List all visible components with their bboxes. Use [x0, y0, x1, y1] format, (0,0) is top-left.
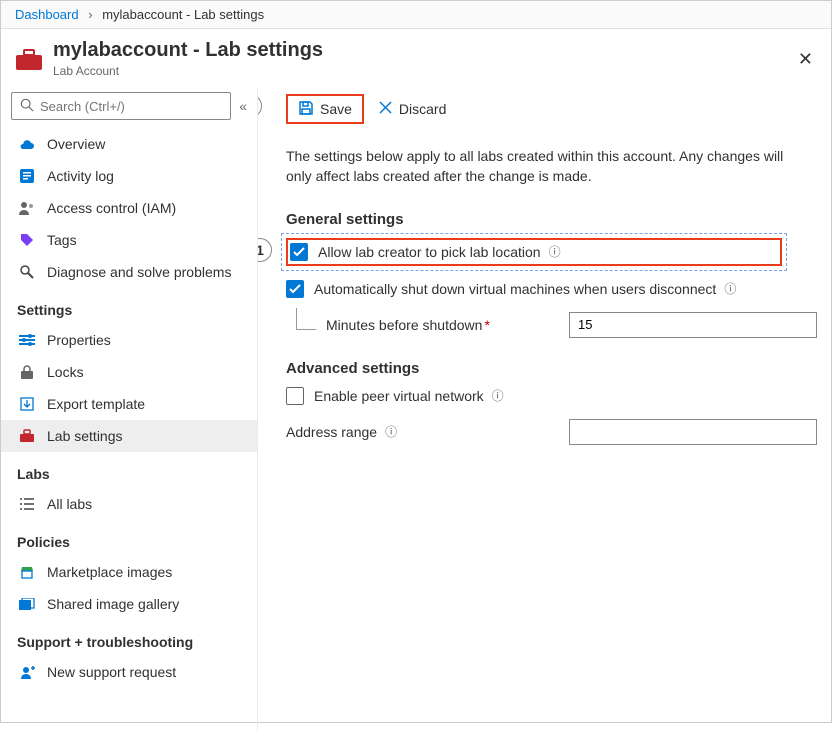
log-icon — [19, 168, 35, 184]
people-icon — [19, 200, 35, 216]
lab-account-icon — [15, 47, 43, 71]
auto-shutdown-row: Automatically shut down virtual machines… — [286, 280, 817, 298]
sidebar-item-marketplace-images[interactable]: Marketplace images — [1, 556, 257, 588]
marketplace-icon — [19, 564, 35, 580]
sidebar-item-label: All labs — [47, 496, 92, 512]
sidebar-item-activity-log[interactable]: Activity log — [1, 160, 257, 192]
minutes-row: Minutes before shutdown* — [286, 312, 817, 338]
address-range-row: Address range ⓘ — [286, 419, 817, 445]
sidebar-item-properties[interactable]: Properties — [1, 324, 257, 356]
minutes-input[interactable] — [569, 312, 817, 338]
sidebar-item-diagnose[interactable]: Diagnose and solve problems — [1, 256, 257, 288]
auto-shutdown-checkbox[interactable] — [286, 280, 304, 298]
search-input-wrapper[interactable] — [11, 92, 231, 120]
sidebar-group-support: Support + troubleshooting — [1, 620, 257, 656]
discard-icon — [378, 100, 393, 118]
sidebar-item-label: New support request — [47, 664, 176, 680]
info-icon[interactable]: ⓘ — [385, 423, 397, 440]
tag-icon — [19, 232, 35, 248]
sidebar-item-access-control[interactable]: Access control (IAM) — [1, 192, 257, 224]
lock-icon — [19, 364, 35, 380]
sidebar-item-all-labs[interactable]: All labs — [1, 488, 257, 520]
export-icon — [19, 396, 35, 412]
list-icon — [19, 496, 35, 512]
sidebar-item-label: Export template — [47, 396, 145, 412]
sidebar: « Overview Activity log Access control (… — [1, 88, 258, 731]
allow-location-row: Allow lab creator to pick lab location ⓘ — [286, 238, 782, 266]
page-title: mylabaccount - Lab settings — [53, 39, 323, 62]
close-button[interactable]: ✕ — [794, 46, 817, 72]
toolbar: Save Discard — [286, 88, 817, 136]
cloud-icon — [19, 136, 35, 152]
sidebar-item-lab-settings[interactable]: Lab settings — [1, 420, 257, 452]
indent-connector — [296, 308, 316, 330]
save-label: Save — [320, 101, 352, 117]
general-settings-heading: General settings — [286, 211, 817, 228]
sidebar-group-settings: Settings — [1, 288, 257, 324]
callout-2: 2 — [258, 94, 262, 118]
address-range-label: Address range — [286, 424, 377, 440]
sidebar-item-overview[interactable]: Overview — [1, 128, 257, 160]
auto-shutdown-label: Automatically shut down virtual machines… — [314, 281, 716, 297]
sidebar-group-policies: Policies — [1, 520, 257, 556]
peer-vnet-row: Enable peer virtual network ⓘ — [286, 387, 817, 405]
sidebar-item-label: Properties — [47, 332, 111, 348]
info-icon[interactable]: ⓘ — [492, 387, 504, 404]
discard-button[interactable]: Discard — [368, 94, 456, 124]
peer-vnet-checkbox[interactable] — [286, 387, 304, 405]
info-icon[interactable]: ⓘ — [549, 243, 561, 260]
page-subtitle: Lab Account — [53, 64, 323, 78]
search-input[interactable] — [40, 99, 222, 114]
sidebar-item-label: Overview — [47, 136, 105, 152]
allow-location-checkbox[interactable] — [290, 243, 308, 261]
sidebar-item-label: Locks — [47, 364, 84, 380]
sidebar-item-tags[interactable]: Tags — [1, 224, 257, 256]
sidebar-item-shared-image-gallery[interactable]: Shared image gallery — [1, 588, 257, 620]
callout-1: 1 — [258, 238, 272, 262]
support-icon — [19, 664, 35, 680]
sidebar-group-labs: Labs — [1, 452, 257, 488]
gallery-icon — [19, 596, 35, 612]
sidebar-item-label: Lab settings — [47, 428, 123, 444]
sidebar-item-label: Tags — [47, 232, 77, 248]
main-content: 2 Save Discard The settings below apply … — [258, 88, 831, 731]
page-header: mylabaccount - Lab settings Lab Account … — [1, 29, 831, 88]
info-icon[interactable]: ⓘ — [724, 280, 736, 297]
search-icon — [20, 98, 34, 115]
sidebar-item-new-support-request[interactable]: New support request — [1, 656, 257, 688]
sidebar-item-label: Marketplace images — [47, 564, 172, 580]
sidebar-item-label: Shared image gallery — [47, 596, 179, 612]
save-button[interactable]: Save — [286, 94, 364, 124]
sidebar-item-label: Access control (IAM) — [47, 200, 176, 216]
lab-icon — [19, 428, 35, 444]
sidebar-item-label: Activity log — [47, 168, 114, 184]
chevron-right-icon: › — [88, 7, 92, 22]
diagnose-icon — [19, 264, 35, 280]
sidebar-item-label: Diagnose and solve problems — [47, 264, 231, 280]
settings-description: The settings below apply to all labs cre… — [286, 146, 806, 187]
sidebar-item-locks[interactable]: Locks — [1, 356, 257, 388]
address-range-input[interactable] — [569, 419, 817, 445]
properties-icon — [19, 332, 35, 348]
save-icon — [298, 100, 314, 119]
advanced-settings-heading: Advanced settings — [286, 360, 817, 377]
peer-vnet-label: Enable peer virtual network — [314, 388, 484, 404]
collapse-sidebar-button[interactable]: « — [239, 98, 247, 114]
allow-location-label: Allow lab creator to pick lab location — [318, 244, 541, 260]
breadcrumb-current: mylabaccount - Lab settings — [102, 7, 264, 22]
sidebar-item-export-template[interactable]: Export template — [1, 388, 257, 420]
minutes-label: Minutes before shutdown* — [326, 317, 490, 333]
breadcrumb-root-link[interactable]: Dashboard — [15, 7, 79, 22]
discard-label: Discard — [399, 101, 446, 117]
breadcrumb: Dashboard › mylabaccount - Lab settings — [1, 1, 831, 29]
